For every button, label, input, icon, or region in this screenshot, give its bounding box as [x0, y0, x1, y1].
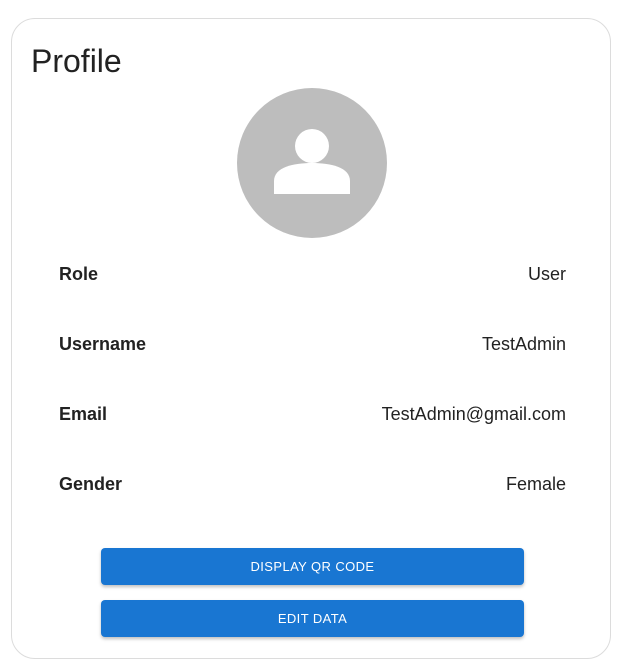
- field-row-email: Email TestAdmin@gmail.com: [59, 399, 566, 429]
- field-row-role: Role User: [59, 259, 566, 289]
- field-value-email: TestAdmin@gmail.com: [381, 403, 566, 424]
- field-label-email: Email: [59, 403, 108, 424]
- display-qr-code-button[interactable]: DISPLAY QR CODE: [101, 548, 524, 585]
- field-label-role: Role: [59, 263, 99, 284]
- field-row-gender: Gender Female: [59, 469, 566, 499]
- edit-data-button[interactable]: EDIT DATA: [101, 600, 524, 637]
- profile-card: Profile Role User Username TestAdmin Ema…: [11, 18, 611, 659]
- field-value-role: User: [527, 263, 566, 284]
- field-value-username: TestAdmin: [481, 333, 566, 354]
- field-row-username: Username TestAdmin: [59, 329, 566, 359]
- page-title: Profile: [31, 43, 122, 79]
- avatar: [237, 88, 387, 238]
- field-value-gender: Female: [505, 473, 566, 494]
- account-person-icon: [272, 123, 352, 203]
- field-label-gender: Gender: [59, 473, 123, 494]
- field-label-username: Username: [59, 333, 147, 354]
